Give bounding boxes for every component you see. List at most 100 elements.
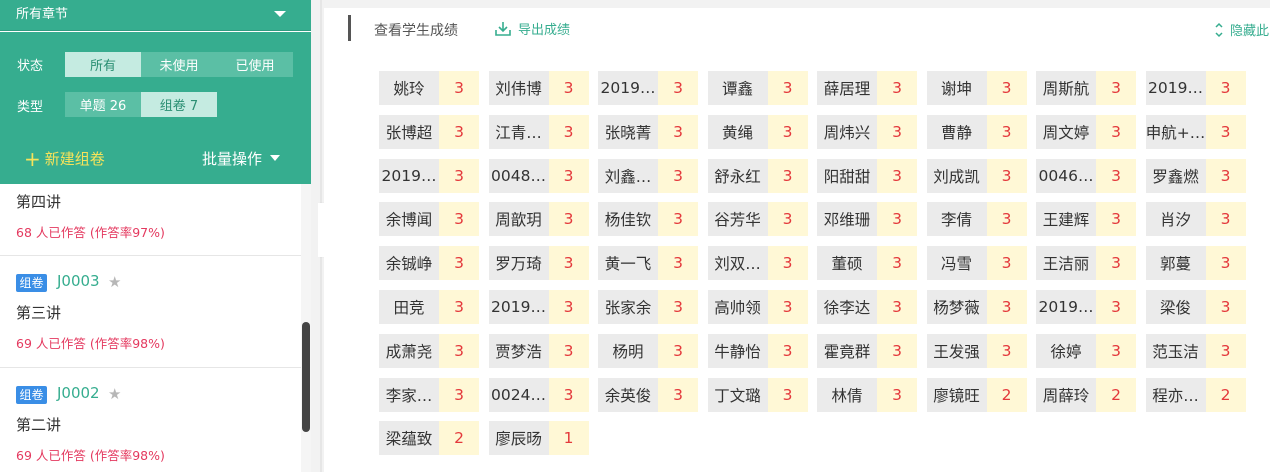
plus-icon: + [24, 147, 41, 171]
student-score-cell[interactable]: 余铖峥 3 [379, 246, 479, 281]
student-score-cell[interactable]: 罗万琦 3 [488, 246, 589, 281]
student-score-cell[interactable]: 黄一飞 3 [598, 246, 698, 281]
student-score-cell[interactable]: 谭鑫 3 [707, 71, 808, 105]
student-score-cell[interactable]: 周歆玥 3 [488, 202, 589, 237]
export-scores-button[interactable]: 导出成绩 [494, 19, 570, 38]
student-score-cell[interactable]: 2019… 3 [488, 290, 589, 324]
student-name: 高帅领 [707, 290, 768, 324]
student-score-cell[interactable]: 梁蕴致 2 [379, 421, 479, 456]
student-score-cell[interactable]: 申航+… 3 [1145, 114, 1246, 149]
student-name: 周斯航 [1036, 71, 1096, 105]
student-score-cell[interactable]: 薛居理 3 [817, 71, 917, 105]
student-score: 3 [986, 158, 1027, 193]
student-score-cell[interactable]: 徐李达 3 [817, 290, 917, 324]
student-score-cell[interactable]: 江青… 3 [488, 114, 589, 149]
student-score: 3 [1205, 290, 1246, 324]
student-score-cell[interactable]: 邓维珊 3 [817, 202, 917, 237]
download-icon [495, 22, 511, 36]
student-score-cell[interactable]: 余英俊 3 [598, 377, 698, 412]
student-score-cell[interactable]: 董硕 3 [817, 246, 917, 281]
student-score-cell[interactable]: 程亦… 2 [1145, 377, 1246, 412]
student-score-cell[interactable]: 肖汐 3 [1145, 202, 1246, 237]
student-name: 肖汐 [1145, 202, 1206, 237]
student-score-cell[interactable]: 周薛玲 2 [1036, 377, 1136, 412]
status-option-unused[interactable]: 未使用 [141, 52, 217, 77]
status-label: 状态 [17, 59, 44, 74]
student-score-cell[interactable]: 徐婷 3 [1036, 333, 1136, 368]
list-item[interactable]: 组卷 J0002 ★ 第二讲 69 人已作答 (作答率98%) [0, 368, 301, 472]
student-score-cell[interactable]: 刘成凯 3 [926, 158, 1027, 193]
student-score-cell[interactable]: 林倩 3 [817, 377, 917, 412]
student-score-cell[interactable]: 廖辰旸 1 [488, 421, 589, 456]
student-score-cell[interactable]: 2019… 3 [1036, 290, 1136, 324]
student-score-cell[interactable]: 刘鑫… 3 [598, 158, 698, 193]
student-score-cell[interactable]: 丁文璐 3 [707, 377, 808, 412]
student-score-cell[interactable]: 0046… 3 [1036, 158, 1136, 193]
type-option-set[interactable]: 组卷 7 [141, 92, 217, 117]
student-score-cell[interactable]: 周斯航 3 [1036, 71, 1136, 105]
student-score-cell[interactable]: 阳甜甜 3 [817, 158, 917, 193]
student-score-cell[interactable]: 刘伟博 3 [488, 71, 589, 105]
student-score-cell[interactable]: 王建辉 3 [1036, 202, 1136, 237]
student-score-cell[interactable]: 杨梦薇 3 [926, 290, 1027, 324]
student-score-cell[interactable]: 田竞 3 [379, 290, 479, 324]
star-icon[interactable]: ★ [108, 273, 121, 291]
batch-actions-dropdown[interactable]: 批量操作 [202, 148, 281, 169]
student-score: 3 [439, 158, 479, 193]
student-score-cell[interactable]: 周文婷 3 [1036, 114, 1136, 149]
student-score-cell[interactable]: 王发强 3 [926, 333, 1027, 368]
student-score-cell[interactable]: 罗鑫燃 3 [1145, 158, 1246, 193]
student-score-cell[interactable]: 梁俊 3 [1145, 290, 1246, 324]
student-score: 3 [1096, 290, 1136, 324]
hide-panel-button[interactable]: 隐藏此 [1214, 20, 1269, 39]
student-score-cell[interactable]: 冯雪 3 [926, 246, 1027, 281]
student-score-cell[interactable]: 谷芳华 3 [707, 202, 808, 237]
student-score-cell[interactable]: 2019… 3 [598, 71, 698, 105]
student-name: 王洁丽 [1036, 246, 1096, 281]
student-score-cell[interactable]: 李家… 3 [379, 377, 479, 412]
student-score-cell[interactable]: 成萧尧 3 [379, 333, 479, 368]
student-score-cell[interactable]: 曹静 3 [926, 114, 1027, 149]
student-score-cell[interactable]: 张家余 3 [598, 290, 698, 324]
student-score-cell[interactable]: 2019… 3 [1145, 71, 1246, 105]
student-score-cell[interactable]: 霍竟群 3 [817, 333, 917, 368]
student-score-cell[interactable]: 姚玲 3 [379, 71, 479, 105]
student-score-cell[interactable]: 刘双… 3 [707, 246, 808, 281]
student-score: 3 [877, 114, 917, 149]
student-score-cell[interactable]: 舒永红 3 [707, 158, 808, 193]
set-code: J0003 [57, 272, 100, 290]
student-name: 梁蕴致 [379, 421, 439, 456]
student-score: 3 [877, 246, 917, 281]
status-option-used[interactable]: 已使用 [217, 52, 293, 77]
student-score-cell[interactable]: 余博闻 3 [379, 202, 479, 237]
student-score-cell[interactable]: 范玉洁 3 [1145, 333, 1246, 368]
student-score: 3 [548, 202, 589, 237]
list-item[interactable]: 组卷 J0003 ★ 第三讲 69 人已作答 (作答率98%) [0, 256, 301, 368]
student-score-cell[interactable]: 2019… 3 [379, 158, 479, 193]
chapter-select[interactable]: 所有章节 [0, 0, 311, 31]
student-score-cell[interactable]: 郭蔓 3 [1145, 246, 1246, 281]
student-score-cell[interactable]: 李倩 3 [926, 202, 1027, 237]
expand-collapse-icon [1215, 22, 1223, 38]
student-score-cell[interactable]: 黄绳 3 [707, 114, 808, 149]
student-score-cell[interactable]: 谢坤 3 [926, 71, 1027, 105]
student-score-cell[interactable]: 张晓菁 3 [598, 114, 698, 149]
new-set-button[interactable]: + 新建组卷 [24, 147, 105, 171]
student-score-cell[interactable]: 张博超 3 [379, 114, 479, 149]
student-score-cell[interactable]: 0024… 3 [488, 377, 589, 412]
star-icon[interactable]: ★ [108, 385, 121, 403]
student-score-cell[interactable]: 杨明 3 [598, 333, 698, 368]
list-item[interactable]: 第四讲 68 人已作答 (作答率97%) [0, 184, 301, 256]
student-score-cell[interactable]: 高帅领 3 [707, 290, 808, 324]
type-option-single[interactable]: 单题 26 [65, 92, 141, 117]
student-score-cell[interactable]: 廖镜旺 2 [926, 377, 1027, 412]
student-score-cell[interactable]: 王洁丽 3 [1036, 246, 1136, 281]
student-score-cell[interactable]: 周炜兴 3 [817, 114, 917, 149]
student-score-cell[interactable]: 牛静怡 3 [707, 333, 808, 368]
student-score-cell[interactable]: 贾梦浩 3 [488, 333, 589, 368]
scrollbar-thumb[interactable] [302, 322, 310, 432]
status-option-all[interactable]: 所有 [65, 52, 141, 77]
student-name: 周薛玲 [1036, 377, 1096, 412]
student-score-cell[interactable]: 0048… 3 [488, 158, 589, 193]
student-score-cell[interactable]: 杨佳钦 3 [598, 202, 698, 237]
